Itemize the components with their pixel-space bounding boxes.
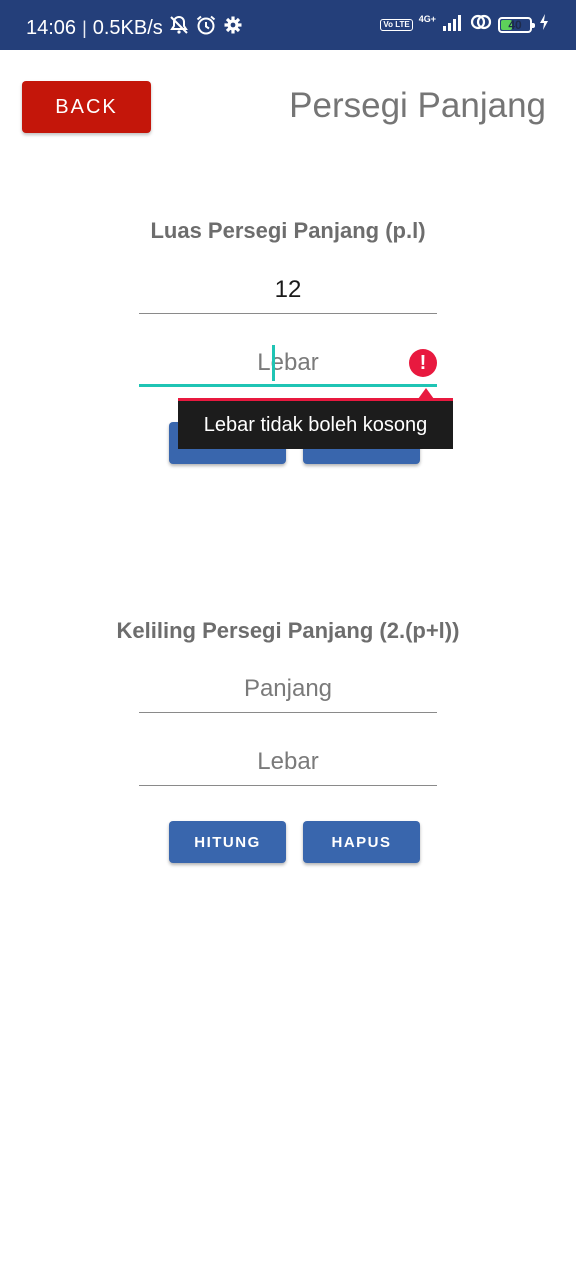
keliling-section-title: Keliling Persegi Panjang (2.(p+l)) xyxy=(116,618,460,643)
network-type: 4G+ xyxy=(418,13,436,24)
mute-bell-icon xyxy=(169,15,189,41)
status-time: 14:06 xyxy=(26,16,77,39)
luas-panjang-value: 12 xyxy=(274,276,302,303)
keliling-hapus-button[interactable]: HAPUS xyxy=(303,821,420,863)
error-icon[interactable]: ! xyxy=(409,349,437,377)
luas-panjang-input[interactable]: 12 xyxy=(139,264,437,314)
keliling-panjang-placeholder: Panjang xyxy=(243,675,333,702)
battery-icon: 40 xyxy=(498,16,535,33)
error-tooltip: Lebar tidak boleh kosong xyxy=(178,398,453,449)
alarm-icon xyxy=(195,14,217,42)
keliling-lebar-placeholder: Lebar xyxy=(257,748,319,775)
luas-lebar-input[interactable]: Lebar ! xyxy=(139,337,437,387)
luas-section-title: Luas Persegi Panjang (p.l) xyxy=(150,218,426,243)
back-button[interactable]: BACK xyxy=(22,81,151,133)
status-network-speed: 0.5KB/s xyxy=(92,16,163,39)
keliling-panjang-input[interactable]: Panjang xyxy=(139,663,437,713)
keliling-lebar-input[interactable]: Lebar xyxy=(139,736,437,786)
status-right: Vo LTE 4G+ 40 xyxy=(380,13,550,36)
signal-icon xyxy=(442,13,464,36)
status-separator: | xyxy=(82,17,87,38)
gear-icon xyxy=(223,15,243,41)
page-title: Persegi Panjang xyxy=(289,86,546,125)
battery-level: 40 xyxy=(508,17,522,32)
luas-lebar-placeholder: Lebar xyxy=(257,349,319,376)
keliling-hitung-button[interactable]: HITUNG xyxy=(169,821,286,863)
battery-cap xyxy=(532,22,535,28)
volte-badge: Vo LTE xyxy=(380,18,413,31)
text-cursor xyxy=(272,345,275,381)
status-left: 14:06 | 0.5KB/s xyxy=(26,14,243,42)
link-icon xyxy=(470,13,492,36)
status-bar: 14:06 | 0.5KB/s Vo LTE 4G+ 40 xyxy=(0,0,576,50)
charging-icon xyxy=(538,13,550,36)
